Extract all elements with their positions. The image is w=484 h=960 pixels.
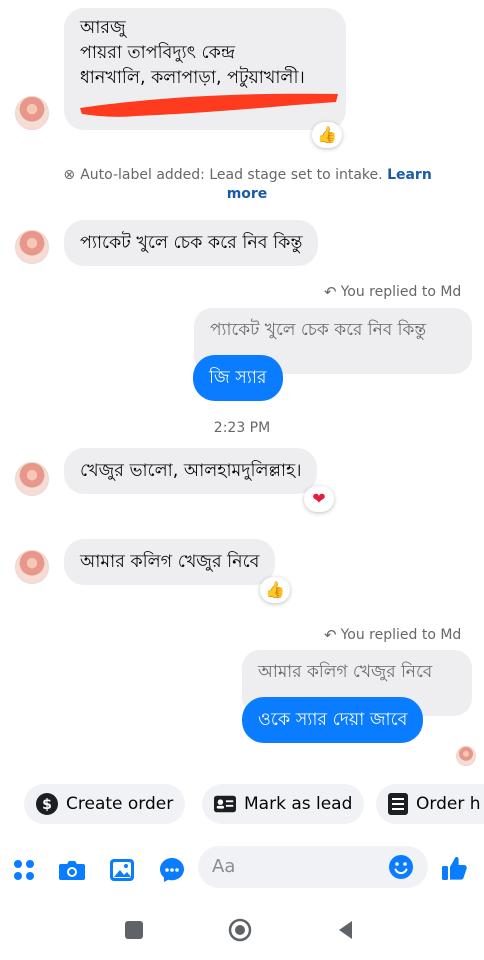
create-order-chip[interactable]: $ Create order <box>24 784 186 824</box>
svg-text:$: $ <box>42 797 52 813</box>
message-input[interactable]: Aa <box>198 846 428 888</box>
avatar[interactable] <box>15 462 49 496</box>
id-card-icon <box>214 793 236 815</box>
replied-label: You replied to Md <box>340 284 462 300</box>
timestamp: 2:23 PM <box>213 420 271 436</box>
message-text: খেজুর ভালো, আলহামদুলিল্লাহ। <box>80 461 302 481</box>
chat-more-icon[interactable] <box>158 856 186 884</box>
message-input-placeholder: Aa <box>212 856 236 877</box>
message-bubble[interactable]: আমার কলিগ খেজুর নিবে <box>64 539 276 585</box>
reply-arrow-icon: ↶ <box>324 283 337 301</box>
seen-avatar <box>456 746 476 766</box>
order-history-chip[interactable]: Order h <box>376 784 484 824</box>
redaction-mark <box>80 93 338 117</box>
message-text: আমার কলিগ খেজুর নিবে <box>80 552 260 572</box>
mark-as-lead-chip[interactable]: Mark as lead <box>202 784 365 824</box>
thumbs-up-icon: 👍 <box>265 580 285 599</box>
emoji-icon[interactable] <box>388 854 414 884</box>
recents-nav-button[interactable] <box>125 921 143 939</box>
dollar-icon: $ <box>36 793 58 815</box>
back-nav-button[interactable] <box>336 919 354 945</box>
avatar[interactable] <box>15 550 49 584</box>
reaction-heart[interactable]: ❤ <box>304 486 334 512</box>
quoted-text: প্যাকেট খুলে চেক করে নিব কিন্তু <box>210 320 427 340</box>
outgoing-message[interactable]: ওকে স্যার দেয়া জাবে <box>242 697 424 743</box>
auto-label-notice: ⊗ Auto-label added: Lead stage set to int… <box>62 166 432 204</box>
reply-arrow-icon: ↶ <box>324 626 337 644</box>
chip-label: Order h <box>416 794 481 814</box>
chip-label: Create order <box>66 794 174 814</box>
message-text: ওকে স্যার দেয়া জাবে <box>258 710 408 730</box>
message-bubble[interactable]: প্যাকেট খুলে চেক করে নিব কিন্তু <box>64 220 319 266</box>
thumbs-up-icon: 👍 <box>317 125 337 144</box>
outgoing-message[interactable]: জি স্যার <box>193 355 283 401</box>
replied-label: You replied to Md <box>340 627 462 643</box>
camera-icon[interactable] <box>58 856 86 884</box>
gallery-icon[interactable] <box>108 856 136 884</box>
list-icon <box>388 793 408 815</box>
avatar[interactable] <box>15 230 49 264</box>
message-text: জি স্যার <box>209 368 267 388</box>
message-line: পায়রা তাপবিদ্যুৎ কেন্দ্র <box>80 43 236 63</box>
replied-indicator: ↶ You replied to Md <box>324 626 461 644</box>
chip-label: Mark as lead <box>244 794 353 814</box>
message-text: প্যাকেট খুলে চেক করে নিব কিন্তু <box>80 233 303 253</box>
apps-grid-icon[interactable] <box>10 856 38 884</box>
auto-label-text: Auto-label added: Lead stage set to inta… <box>80 167 383 183</box>
home-nav-button[interactable] <box>228 918 252 946</box>
heart-icon: ❤ <box>312 489 326 508</box>
reaction-thumbs-up[interactable]: 👍 <box>260 577 290 603</box>
replied-indicator: ↶ You replied to Md <box>324 283 461 301</box>
avatar[interactable] <box>15 96 49 130</box>
reaction-thumbs-up[interactable]: 👍 <box>312 122 342 148</box>
message-line: আরজু <box>80 18 126 38</box>
tag-icon: ⊗ <box>63 167 76 183</box>
message-bubble[interactable]: খেজুর ভালো, আলহামদুলিল্লাহ। <box>64 448 318 494</box>
quoted-text: আমার কলিগ খেজুর নিবে <box>258 662 433 682</box>
thumbs-up-send-icon[interactable] <box>440 854 468 882</box>
